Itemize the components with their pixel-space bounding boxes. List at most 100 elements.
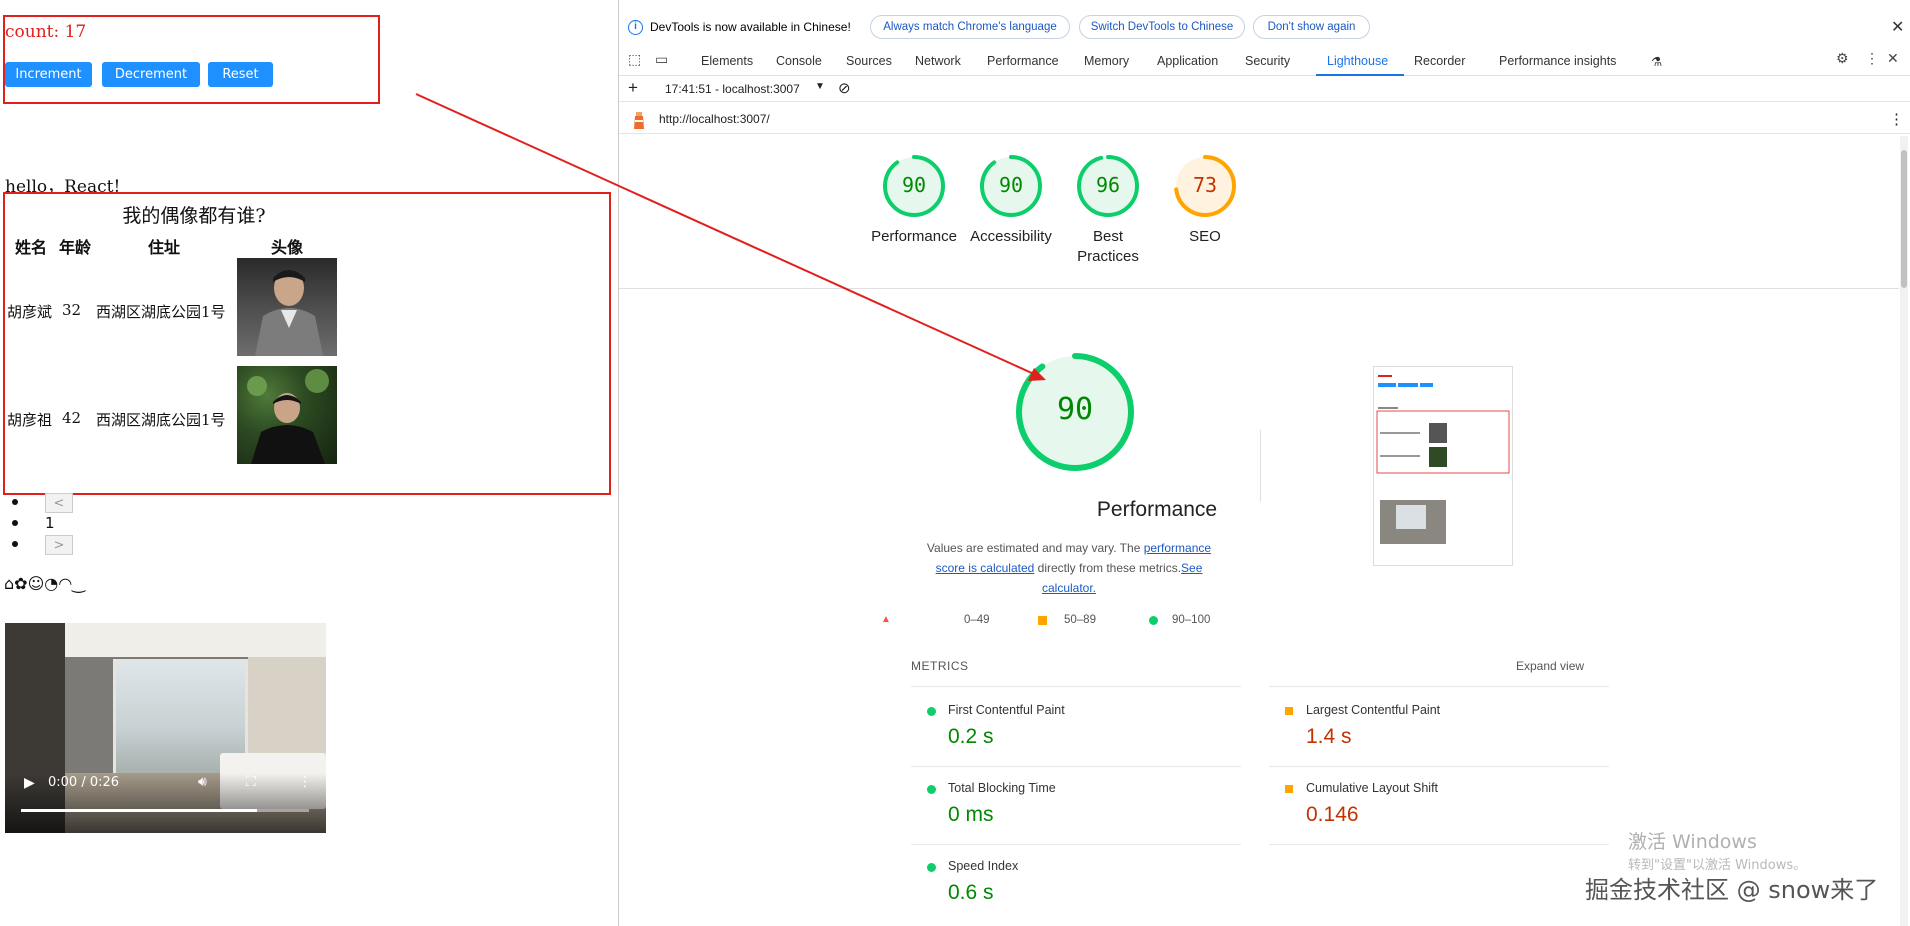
pagination-page-item: 1 <box>12 514 82 534</box>
score-label: SEO <box>1189 228 1221 245</box>
score-value: 90 <box>998 173 1024 197</box>
metric-divider <box>1269 844 1609 845</box>
score-label: Performance <box>871 228 957 245</box>
inspect-element-icon[interactable]: ⬚ <box>628 51 641 68</box>
avatar-image <box>237 258 337 356</box>
video-player[interactable] <box>5 623 326 833</box>
metric-value: 0.6 s <box>948 881 994 904</box>
metric-average-icon <box>1285 785 1293 793</box>
table-cell-age: 42 <box>62 409 82 427</box>
screen: count: 17 Increment Decrement Reset hell… <box>0 0 1910 926</box>
lighthouse-logo-icon <box>634 112 644 129</box>
volume-icon[interactable]: 🔊︎ <box>198 774 207 790</box>
table-header-avatar: 头像 <box>271 238 304 257</box>
match-language-button[interactable]: Always match Chrome's language <box>870 15 1070 39</box>
pass-circle-icon <box>1149 616 1158 625</box>
dropdown-arrow-icon[interactable]: ▼ <box>815 81 825 92</box>
report-menu-icon[interactable]: ⋮ <box>1889 110 1904 128</box>
close-devtools-icon[interactable]: ✕ <box>1887 50 1899 67</box>
table-caption: 我的偶像都有谁? <box>122 205 266 227</box>
lighthouse-toolbar: + 17:41:51 - localhost:3007 ▼ ⊘ <box>619 76 1910 102</box>
tab-console[interactable]: Console <box>776 54 822 68</box>
tab-lighthouse[interactable]: Lighthouse <box>1327 54 1388 68</box>
tab-application[interactable]: Application <box>1157 54 1218 68</box>
tab-elements[interactable]: Elements <box>701 54 753 68</box>
tab-sources[interactable]: Sources <box>846 54 892 68</box>
count-text: count: 17 <box>5 22 87 42</box>
clear-icon[interactable]: ⊘ <box>838 79 851 97</box>
report-url-bar: http://localhost:3007/ ⋮ <box>619 104 1910 134</box>
metric-name: First Contentful Paint <box>948 703 1065 717</box>
tab-performance-insights[interactable]: Performance insights <box>1499 54 1616 68</box>
pagination-next-button[interactable]: > <box>45 535 73 555</box>
expand-view-toggle[interactable]: Expand view <box>1516 659 1584 673</box>
bullet <box>12 499 18 505</box>
kebab-menu-icon[interactable]: ⋮ <box>1865 50 1879 67</box>
gear-icon[interactable]: ⚙ <box>1836 50 1849 67</box>
fullscreen-icon[interactable]: ⛶ <box>246 774 256 790</box>
report-url: http://localhost:3007/ <box>659 112 770 126</box>
legend-fail: 0–49 <box>964 614 990 626</box>
video-frame-part <box>65 623 326 657</box>
dont-show-again-button[interactable]: Don't show again <box>1253 15 1370 39</box>
performance-description: Values are estimated and may vary. The p… <box>919 538 1219 598</box>
table-header-address: 住址 <box>148 238 181 257</box>
tab-network[interactable]: Network <box>915 54 961 68</box>
device-toolbar-icon[interactable]: ▭ <box>655 51 668 68</box>
score-label: Best Practices <box>1077 228 1139 265</box>
metric-divider <box>1269 766 1609 767</box>
tab-recorder[interactable]: Recorder <box>1414 54 1465 68</box>
video-time: 0:00 / 0:26 <box>48 775 120 790</box>
react-app-page: count: 17 Increment Decrement Reset hell… <box>0 0 618 926</box>
table-header-name: 姓名 <box>15 238 48 257</box>
decrement-button[interactable]: Decrement <box>102 62 200 87</box>
metric-value: 0.2 s <box>948 725 994 748</box>
metric-average-icon <box>1285 707 1293 715</box>
lighthouse-report <box>619 136 1910 926</box>
metric-value: 1.4 s <box>1306 725 1352 748</box>
site-watermark: 掘金技术社区 @ snow来了 <box>1585 876 1879 904</box>
more-options-icon[interactable]: ⋮ <box>298 774 312 790</box>
metric-pass-icon <box>927 707 936 716</box>
windows-activation-watermark: 激活 Windows <box>1628 831 1757 853</box>
metric-name: Speed Index <box>948 859 1019 873</box>
legend-pass: 90–100 <box>1172 614 1211 626</box>
reset-button[interactable]: Reset <box>208 62 273 87</box>
plus-icon[interactable]: + <box>628 78 638 98</box>
video-progress-bar[interactable] <box>21 809 309 812</box>
flask-icon: ⚗ <box>1651 55 1663 69</box>
average-square-icon <box>1038 616 1047 625</box>
description-text: Values are estimated and may vary. The <box>926 541 1144 555</box>
metric-value: 0.146 <box>1306 803 1359 826</box>
bullet <box>12 541 18 547</box>
tab-security[interactable]: Security <box>1245 54 1290 68</box>
pagination-page-number[interactable]: 1 <box>45 514 55 532</box>
video-progress-fill <box>21 809 258 812</box>
metric-value: 0 ms <box>948 803 994 826</box>
tab-performance[interactable]: Performance <box>987 54 1059 68</box>
tab-memory[interactable]: Memory <box>1084 54 1129 68</box>
table-header-age: 年龄 <box>59 238 92 257</box>
pagination-prev-button[interactable]: < <box>45 493 73 513</box>
table-cell-age: 32 <box>62 301 82 319</box>
scrollbar-thumb[interactable] <box>1901 150 1907 288</box>
increment-button[interactable]: Increment <box>5 62 92 87</box>
metric-divider <box>911 766 1241 767</box>
avatar-image <box>237 366 337 464</box>
fail-triangle-icon: ▲ <box>881 614 891 625</box>
close-icon[interactable]: ✕ <box>1891 17 1904 37</box>
metric-divider <box>911 844 1241 845</box>
performance-big-score: 90 <box>1056 392 1094 427</box>
pagination-prev-item: < <box>12 493 82 513</box>
metric-name: Largest Contentful Paint <box>1306 703 1441 717</box>
play-icon[interactable]: ▶ <box>24 775 35 791</box>
vertical-divider <box>1260 430 1261 502</box>
table-cell-name: 胡彦斌 <box>7 303 53 321</box>
page-screenshot-thumbnail[interactable] <box>1373 366 1513 566</box>
divider <box>619 288 1899 289</box>
switch-chinese-button[interactable]: Switch DevTools to Chinese <box>1079 15 1245 39</box>
devtools-tabbar: ⬚ ▭ Elements Console Sources Network Per… <box>619 46 1910 76</box>
legend-average: 50–89 <box>1064 614 1096 626</box>
score-value: 96 <box>1095 173 1121 197</box>
report-selector[interactable]: 17:41:51 - localhost:3007 <box>665 82 800 96</box>
